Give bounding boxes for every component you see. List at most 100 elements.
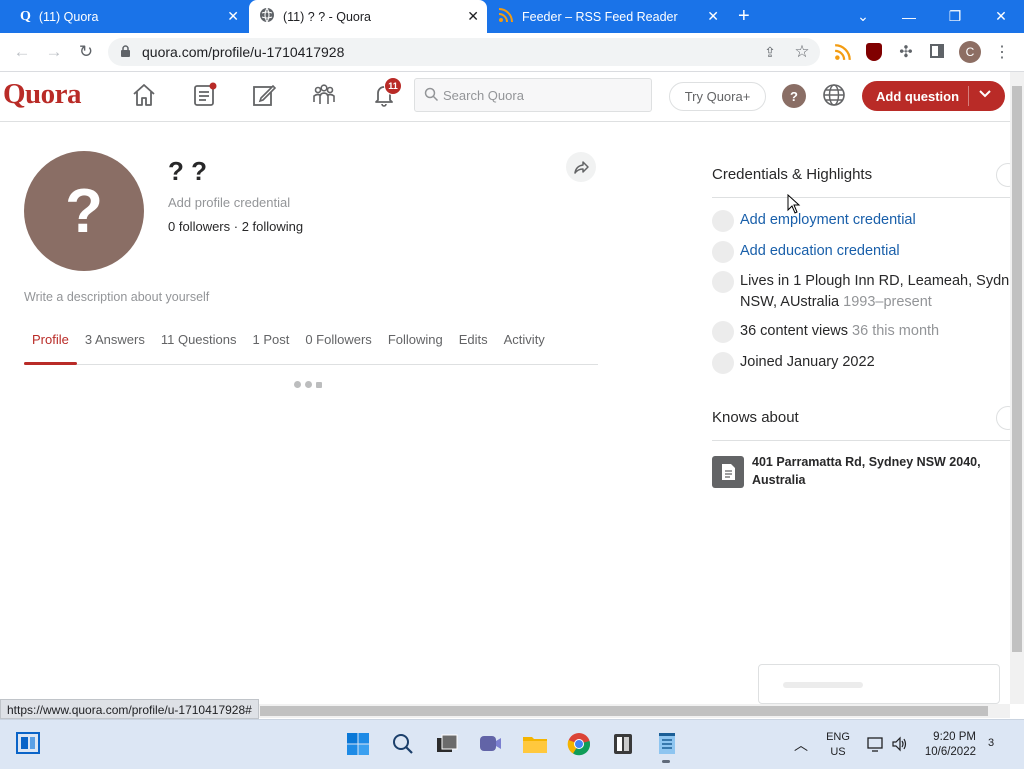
chevron-down-icon[interactable] [978,87,992,104]
back-icon[interactable]: ← [11,41,33,63]
reload-icon[interactable]: ↻ [75,41,97,63]
tab-followers[interactable]: 0 Followers [297,324,379,364]
content-views-month: 36 this month [852,323,940,339]
windows-start-icon[interactable] [345,731,371,757]
location-row: Lives in 1 Plough Inn RD, Leameah, Sydn … [712,271,1012,313]
divider [712,440,1010,441]
profile-tabs: Profile 3 Answers 11 Questions 1 Post 0 … [24,324,598,365]
calendar-icon [712,352,734,374]
active-app-indicator [662,760,670,763]
add-employment-row[interactable]: Add employment credential [712,210,1012,232]
following-feed-icon[interactable] [189,80,219,110]
add-question-button[interactable]: Add question [862,81,1005,111]
search-icon [424,87,439,107]
lang-top: ENG [826,731,850,743]
content-views-count: 36 content views [740,323,849,339]
language-globe-icon[interactable] [819,80,849,110]
quora-logo[interactable]: Quora [3,78,82,111]
followers-following-count[interactable]: 0 followers · 2 following [168,219,303,234]
chrome-icon[interactable] [566,731,592,757]
joined-row: Joined January 2022 [712,352,1012,374]
close-tab-icon[interactable]: ✕ [467,8,479,24]
profile-avatar-icon[interactable]: C [959,41,981,63]
graduation-cap-icon [712,241,734,263]
tab-quora-profile[interactable]: (11) ? ? - Quora ✕ [249,0,487,33]
tab-posts[interactable]: 1 Post [244,324,297,364]
network-icon[interactable] [867,736,885,757]
location-text: Lives in 1 Plough Inn RD, Leameah, Sydn … [740,271,1009,313]
quora-favicon-icon: Q [20,8,31,24]
tab-edits[interactable]: Edits [451,324,496,364]
tab-questions[interactable]: 11 Questions [153,324,245,364]
task-view-icon[interactable] [434,731,460,757]
eye-icon [712,321,734,343]
tab-title: (11) Quora [38,9,99,24]
extensions-puzzle-icon[interactable]: ✣ [895,41,917,63]
search-input[interactable]: Search Quora [414,78,652,112]
rss-extension-icon[interactable] [834,43,852,66]
tab-title: (11) ? ? - Quora [283,9,372,24]
tab-search-icon[interactable]: ⌄ [840,0,886,33]
user-avatar[interactable]: ? [782,84,806,108]
footer-placeholder-card [758,664,1000,704]
new-tab-icon[interactable]: + [738,5,750,28]
tab-feeder[interactable]: Feeder – RSS Feed Reader ✕ [490,0,727,33]
search-placeholder: Search Quora [443,88,524,103]
mouse-cursor-icon [787,193,801,219]
forward-icon[interactable]: → [43,41,65,63]
topic-document-icon [712,456,744,488]
profile-avatar[interactable]: ? [24,151,144,271]
reader-app-icon[interactable] [610,731,636,757]
side-panel-icon[interactable] [930,44,944,58]
task-view-widget-icon[interactable] [16,732,40,754]
taskbar-clock[interactable]: 9:20 PM 10/6/2022 [918,730,976,760]
credentials-heading: Credentials & Highlights [712,166,873,183]
restore-icon[interactable]: ❐ [932,0,978,33]
home-icon[interactable] [129,80,159,110]
add-education-link[interactable]: Add education credential [740,241,900,262]
add-profile-credential-link[interactable]: Add profile credential [168,195,290,210]
tab-title: Feeder – RSS Feed Reader [522,9,678,24]
taskbar-search-icon[interactable] [390,731,416,757]
input-language-indicator[interactable]: ENG US [824,730,852,760]
browser-menu-icon[interactable]: ⋮ [991,41,1013,63]
notepad-icon[interactable] [654,731,680,757]
vertical-scrollbar-thumb[interactable] [1012,86,1022,652]
minimize-icon[interactable]: — [886,0,932,33]
answer-pencil-icon[interactable] [249,80,279,110]
close-tab-icon[interactable]: ✕ [707,8,719,24]
url-text[interactable]: quora.com/profile/u-1710417928 [142,44,344,60]
divider [712,197,1010,198]
tab-profile[interactable]: Profile [24,324,77,365]
bookmark-star-icon[interactable]: ☆ [791,41,813,63]
button-divider [968,86,969,106]
tray-chevron-up-icon[interactable]: ︿ [794,735,808,755]
add-question-label: Add question [876,89,960,104]
clock-date: 10/6/2022 [924,746,976,758]
notification-center-count[interactable]: 3 [988,737,994,749]
ublock-extension-icon[interactable] [866,43,882,61]
close-window-icon[interactable]: ✕ [978,0,1024,33]
add-education-row[interactable]: Add education credential [712,241,1012,263]
tab-following[interactable]: Following [380,324,451,364]
write-description-prompt[interactable]: Write a description about yourself [24,290,209,304]
close-tab-icon[interactable]: ✕ [227,8,239,24]
rss-favicon-icon [498,7,514,26]
share-profile-icon[interactable] [566,152,596,182]
volume-icon[interactable] [891,736,909,757]
knows-about-topic[interactable]: 401 Parramatta Rd, Sydney NSW 2040, Aust… [752,453,1010,489]
location-pin-icon [712,271,734,293]
lock-icon[interactable] [120,45,131,63]
knows-about-heading: Knows about [712,409,799,426]
horizontal-scrollbar-thumb[interactable] [260,706,988,716]
teams-chat-icon[interactable] [477,731,503,757]
tab-answers[interactable]: 3 Answers [77,324,153,364]
add-employment-link[interactable]: Add employment credential [740,210,916,231]
clock-time: 9:20 PM [933,731,976,743]
file-explorer-icon[interactable] [522,731,548,757]
share-page-icon[interactable]: ⇪ [759,41,781,63]
tab-quora-home[interactable]: Q (11) Quora ✕ [0,0,247,33]
try-quora-plus-button[interactable]: Try Quora+ [669,82,766,111]
spaces-people-icon[interactable] [309,80,339,110]
tab-activity[interactable]: Activity [496,324,553,364]
